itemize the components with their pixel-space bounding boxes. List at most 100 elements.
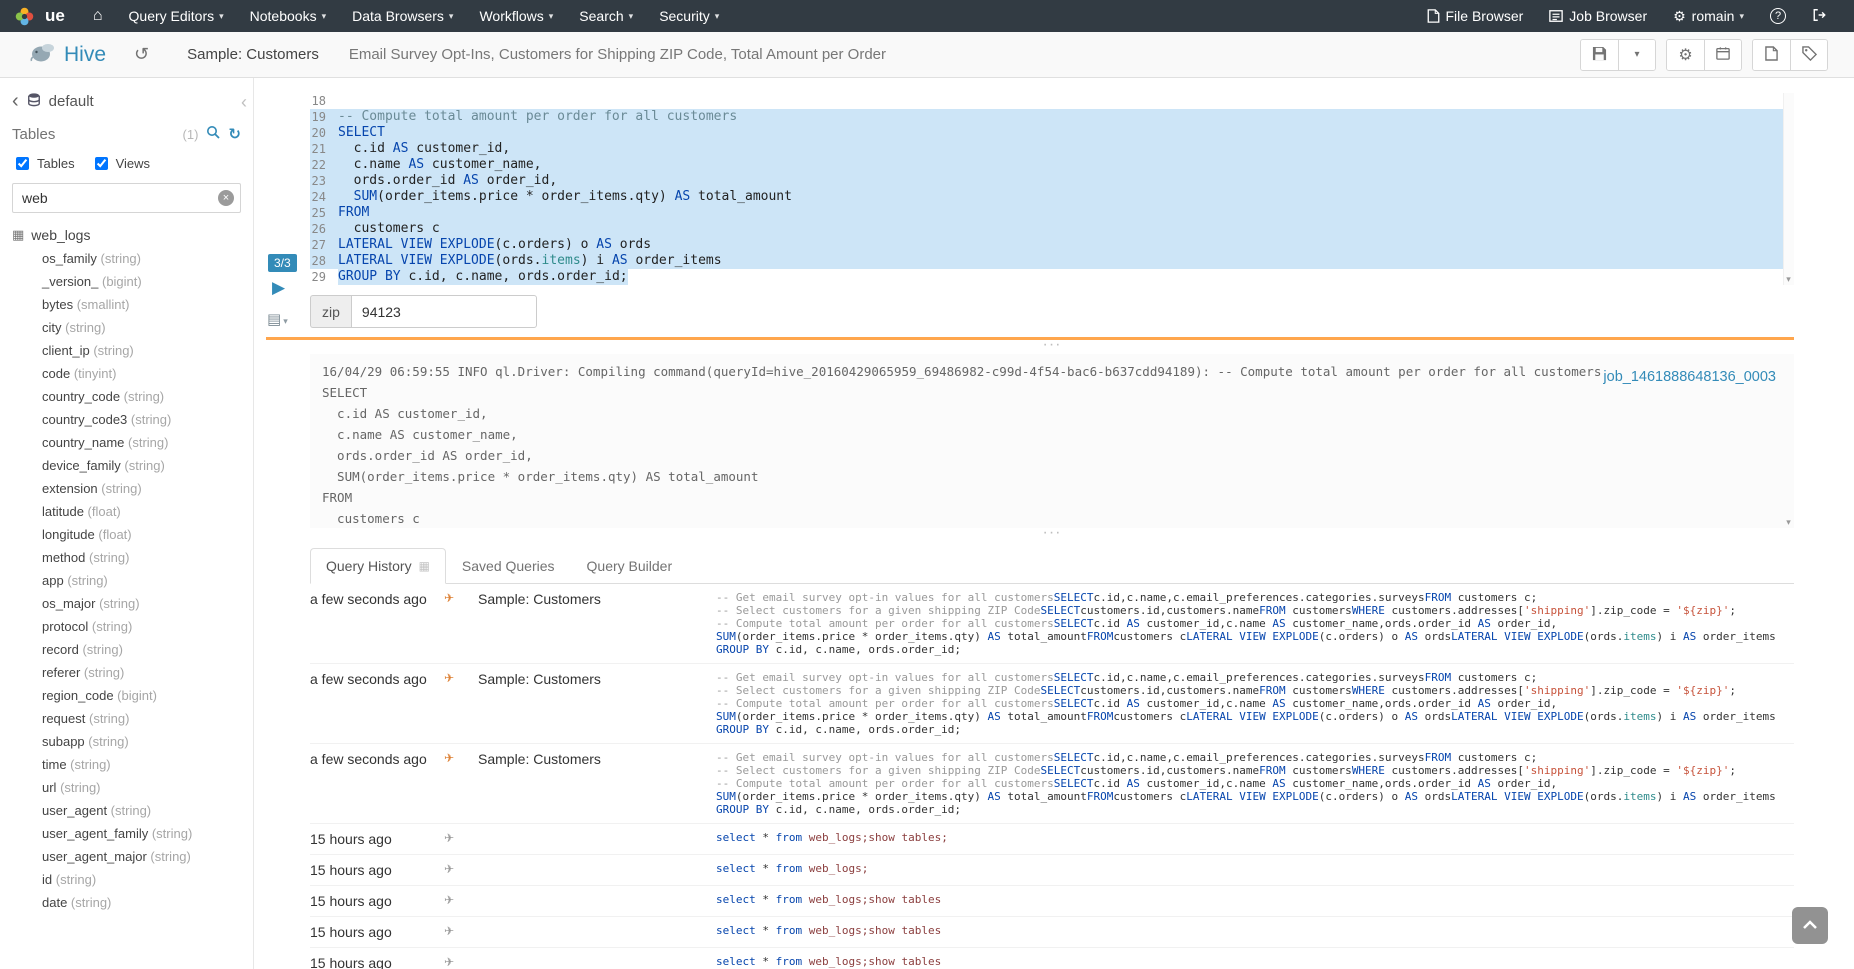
history-row[interactable]: 15 hours ago✈select * from web_logs; [310, 854, 1794, 885]
editor-line[interactable]: 28LATERAL VIEW EXPLODE(ords.items) i AS … [310, 253, 1794, 269]
column-item[interactable]: device_family (string) [12, 454, 241, 477]
scroll-down-icon[interactable]: ▾ [1783, 273, 1794, 285]
menu-data-browsers[interactable]: Data Browsers▾ [339, 0, 466, 32]
collapse-sidebar-button[interactable]: ‹ [241, 92, 247, 113]
job-browser-button[interactable]: Job Browser [1536, 0, 1660, 32]
recent-queries-icon[interactable]: ↺ [134, 44, 149, 65]
editor-line[interactable]: 19-- Compute total amount per order for … [310, 109, 1794, 125]
table-filter-input[interactable] [12, 183, 241, 213]
editor-scrollbar[interactable]: ▾ [1783, 93, 1794, 285]
views-checkbox[interactable] [95, 157, 108, 170]
column-item[interactable]: date (string) [12, 891, 241, 914]
editor-line[interactable]: 27LATERAL VIEW EXPLODE(c.orders) o AS or… [310, 237, 1794, 253]
variable-zip-input[interactable] [351, 295, 537, 328]
column-item[interactable]: country_name (string) [12, 431, 241, 454]
history-query-line: -- Get email survey opt-in values for al… [716, 671, 1794, 684]
editor-line[interactable]: 22 c.name AS customer_name, [310, 157, 1794, 173]
editor-line[interactable]: 24 SUM(order_items.price * order_items.q… [310, 189, 1794, 205]
column-item[interactable]: os_family (string) [12, 247, 241, 270]
resize-handle[interactable]: ··· [310, 528, 1794, 540]
user-menu[interactable]: ⚙ romain ▾ [1660, 0, 1757, 32]
history-row[interactable]: a few seconds ago✈Sample: Customers-- Ge… [310, 663, 1794, 743]
column-item[interactable]: request (string) [12, 707, 241, 730]
history-row[interactable]: 15 hours ago✈select * from web_logs;show… [310, 916, 1794, 947]
column-item[interactable]: id (string) [12, 868, 241, 891]
column-item[interactable]: time (string) [12, 753, 241, 776]
editor-line[interactable]: 26 customers c [310, 221, 1794, 237]
editor-line[interactable]: 25FROM [310, 205, 1794, 221]
column-item[interactable]: os_major (string) [12, 592, 241, 615]
settings-button[interactable]: ⚙ [1667, 40, 1704, 70]
variables-toggle[interactable]: ▤▾ [267, 310, 288, 328]
column-item[interactable]: client_ip (string) [12, 339, 241, 362]
nav-home-button[interactable]: ⌂ [80, 0, 116, 32]
menu-search[interactable]: Search▾ [566, 0, 646, 32]
tags-button[interactable] [1790, 40, 1827, 70]
table-item-web-logs[interactable]: ▦ web_logs [12, 227, 241, 243]
editor-line[interactable]: 21 c.id AS customer_id, [310, 141, 1794, 157]
hue-logo[interactable]: ue [0, 0, 80, 32]
column-item[interactable]: app (string) [12, 569, 241, 592]
back-button[interactable]: ‹ [12, 93, 19, 109]
column-item[interactable]: _version_ (bigint) [12, 270, 241, 293]
sql-editor[interactable]: 1819-- Compute total amount per order fo… [310, 93, 1794, 285]
column-item[interactable]: method (string) [12, 546, 241, 569]
column-name: client_ip [42, 343, 90, 358]
schedule-button[interactable] [1704, 40, 1741, 70]
column-item[interactable]: region_code (bigint) [12, 684, 241, 707]
column-item[interactable]: city (string) [12, 316, 241, 339]
history-row[interactable]: 15 hours ago✈select * from web_logs;show… [310, 947, 1794, 969]
tab-query-builder[interactable]: Query Builder [571, 548, 689, 584]
column-item[interactable]: user_agent_family (string) [12, 822, 241, 845]
tables-checkbox[interactable] [16, 157, 29, 170]
database-name[interactable]: default [49, 93, 94, 110]
column-item[interactable]: user_agent (string) [12, 799, 241, 822]
clear-filter-button[interactable]: × [218, 190, 234, 206]
column-item[interactable]: user_agent_major (string) [12, 845, 241, 868]
tab-saved-queries[interactable]: Saved Queries [446, 548, 571, 584]
tab-query-history[interactable]: Query History ▦ [310, 548, 446, 584]
column-item[interactable]: country_code (string) [12, 385, 241, 408]
history-row[interactable]: a few seconds ago✈Sample: Customers-- Ge… [310, 584, 1794, 663]
file-browser-button[interactable]: File Browser [1414, 0, 1537, 32]
document-button[interactable] [1753, 40, 1790, 70]
refresh-tables-button[interactable]: ↻ [228, 125, 241, 143]
save-button[interactable] [1581, 40, 1618, 70]
menu-query-editors[interactable]: Query Editors▾ [116, 0, 237, 32]
editor-line[interactable]: 18 [310, 93, 1794, 109]
column-item[interactable]: bytes (smallint) [12, 293, 241, 316]
app-name[interactable]: Hive [64, 43, 106, 67]
log-scrollbar[interactable]: ▾ [1783, 354, 1794, 528]
column-item[interactable]: protocol (string) [12, 615, 241, 638]
menu-security[interactable]: Security▾ [646, 0, 732, 32]
column-item[interactable]: country_code3 (string) [12, 408, 241, 431]
editor-line[interactable]: 29GROUP BY c.id, c.name, ords.order_id; [310, 269, 1794, 285]
menu-notebooks[interactable]: Notebooks▾ [237, 0, 339, 32]
scroll-down-icon[interactable]: ▾ [1783, 516, 1794, 528]
scroll-to-top-button[interactable] [1792, 907, 1828, 944]
tables-filter-toggle[interactable]: Tables [12, 154, 75, 173]
help-button[interactable]: ? [1757, 0, 1799, 32]
views-filter-toggle[interactable]: Views [91, 154, 150, 173]
job-link[interactable]: job_1461888648136_0003 [1603, 369, 1776, 385]
editor-line[interactable]: 20SELECT [310, 125, 1794, 141]
column-item[interactable]: code (tinyint) [12, 362, 241, 385]
column-item[interactable]: referer (string) [12, 661, 241, 684]
execute-button[interactable]: ▶ [272, 278, 285, 298]
menu-workflows[interactable]: Workflows▾ [466, 0, 566, 32]
history-row[interactable]: 15 hours ago✈select * from web_logs;show… [310, 885, 1794, 916]
column-item[interactable]: url (string) [12, 776, 241, 799]
column-item[interactable]: latitude (float) [12, 500, 241, 523]
save-options-button[interactable]: ▾ [1618, 40, 1655, 70]
history-row[interactable]: 15 hours ago✈select * from web_logs;show… [310, 823, 1794, 854]
editor-line[interactable]: 23 ords.order_id AS order_id, [310, 173, 1794, 189]
column-item[interactable]: longitude (float) [12, 523, 241, 546]
search-tables-button[interactable] [206, 125, 220, 144]
column-item[interactable]: record (string) [12, 638, 241, 661]
logout-button[interactable] [1799, 0, 1840, 32]
column-item[interactable]: subapp (string) [12, 730, 241, 753]
hive-logo-icon[interactable] [30, 40, 58, 69]
column-item[interactable]: extension (string) [12, 477, 241, 500]
resize-handle[interactable]: ··· [310, 340, 1794, 352]
history-row[interactable]: a few seconds ago✈Sample: Customers-- Ge… [310, 743, 1794, 823]
